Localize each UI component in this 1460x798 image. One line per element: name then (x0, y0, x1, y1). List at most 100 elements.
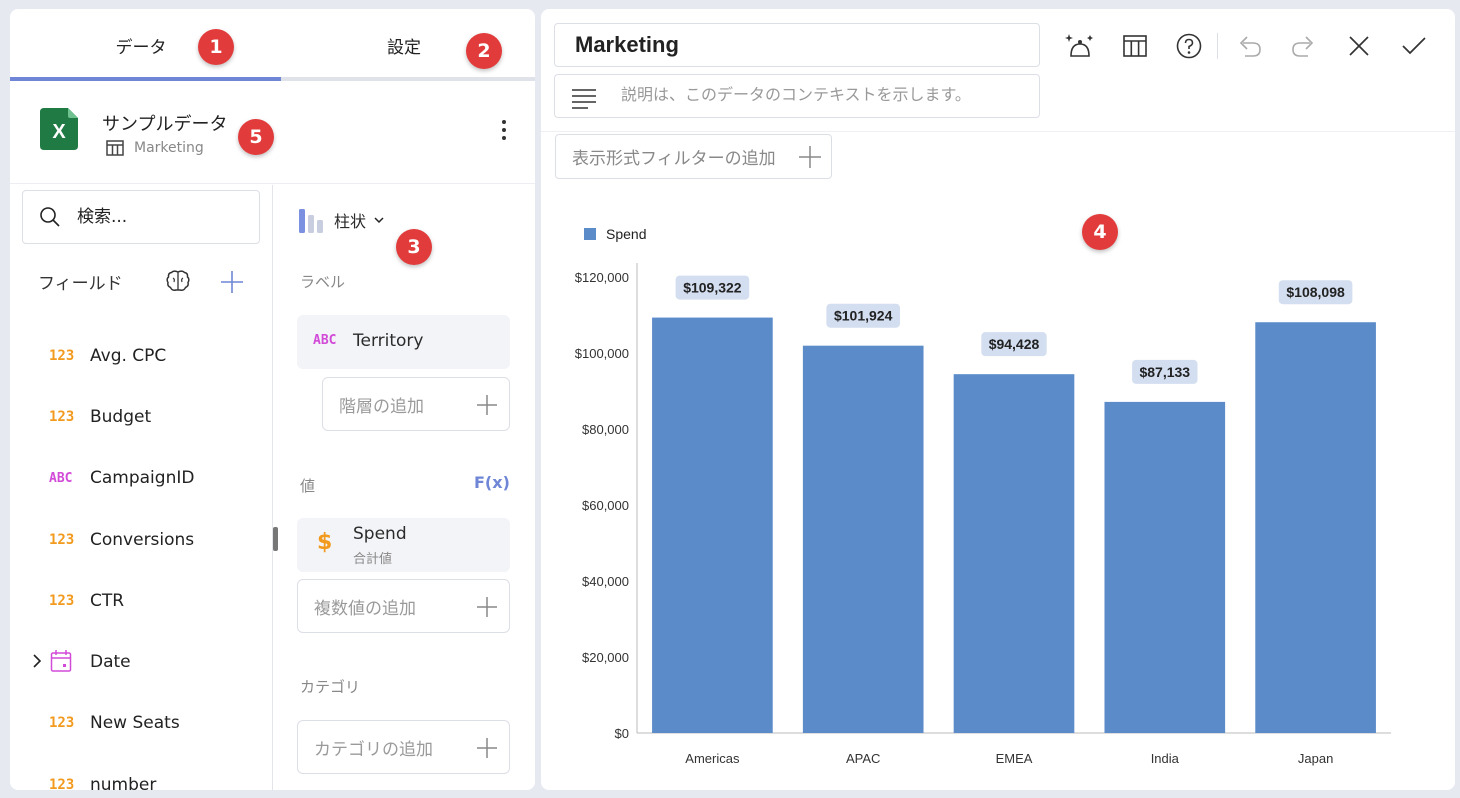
data-table-button[interactable] (1120, 31, 1150, 61)
field-name: Budget (90, 406, 152, 427)
field-name: CTR (90, 590, 125, 611)
add-category-button[interactable]: カテゴリの追加 (297, 720, 510, 774)
y-tick-label: $120,000 (575, 270, 629, 285)
field-item-date[interactable]: Date (10, 631, 272, 692)
search-icon (40, 207, 60, 227)
field-item-campaignid[interactable]: ABC CampaignID (10, 448, 272, 509)
number-type-icon: 123 (49, 347, 75, 364)
more-options-icon[interactable] (498, 118, 510, 144)
add-hierarchy-button[interactable]: 階層の追加 (322, 377, 510, 431)
close-button[interactable] (1344, 31, 1374, 61)
y-tick-label: $40,000 (582, 574, 629, 589)
add-category-label: カテゴリの追加 (314, 739, 433, 760)
add-values-button[interactable]: 複数値の追加 (297, 579, 510, 633)
x-tick-label: Japan (1298, 751, 1333, 766)
visualization-editor: 表示形式フィルターの追加 4 Spend $0 $20,000 $40,000 $60,… (541, 9, 1455, 790)
bar (802, 345, 924, 733)
field-name: New Seats (90, 713, 180, 734)
field-item-conversions[interactable]: 123 Conversions (10, 509, 272, 570)
y-tick-label: $60,000 (582, 498, 629, 513)
add-field-icon[interactable] (220, 270, 244, 294)
x-tick-label: India (1151, 751, 1180, 766)
help-button[interactable] (1174, 31, 1204, 61)
data-label: $94,428 (989, 336, 1040, 352)
y-tick-label: $80,000 (582, 422, 629, 437)
bar (1104, 401, 1226, 733)
redo-button[interactable] (1289, 31, 1319, 61)
field-item-number[interactable]: 123 number (10, 754, 272, 790)
ai-brain-icon[interactable] (165, 269, 191, 293)
field-name: CampaignID (90, 468, 195, 489)
field-search-box[interactable] (22, 190, 260, 244)
search-input[interactable] (77, 207, 237, 227)
undo-button[interactable] (1234, 31, 1264, 61)
add-filter-button[interactable]: 表示形式フィルターの追加 (555, 134, 832, 179)
value-aggregation: 合計値 (353, 552, 393, 567)
visualization-title-input[interactable] (554, 23, 1040, 67)
description-box[interactable] (554, 74, 1040, 118)
values-section-title: 値 (300, 477, 316, 495)
svg-text:X: X (52, 121, 66, 143)
table-icon (1123, 35, 1147, 57)
tab-bar: データ 設定 (10, 9, 535, 81)
bar (1255, 322, 1376, 733)
legend-swatch (584, 228, 596, 240)
redo-icon (1292, 36, 1314, 57)
value-field-pill[interactable]: $ Spend 合計値 (297, 518, 510, 572)
bar (953, 374, 1075, 733)
tab-settings-label: 設定 (387, 37, 421, 58)
label-field-pill[interactable]: ABC Territory (297, 315, 510, 369)
callout-badge-3: 3 (396, 229, 432, 265)
value-field-name: Spend (353, 524, 407, 544)
tab-indicator (281, 77, 535, 81)
fields-column: フィールド 123 Avg. CPC 123 Budget ABC Campai… (10, 185, 273, 790)
calendar-icon (50, 650, 72, 673)
callout-badge-2: 2 (466, 33, 502, 69)
x-tick-label: EMEA (996, 751, 1033, 766)
x-tick-label: APAC (846, 751, 880, 766)
undo-icon (1239, 36, 1261, 57)
ai-insights-button[interactable] (1065, 31, 1095, 61)
field-list: 123 Avg. CPC 123 Budget ABC CampaignID 1… (10, 325, 272, 790)
data-label: $101,924 (834, 308, 893, 324)
legend-label: Spend (606, 226, 646, 242)
confirm-button[interactable] (1399, 31, 1429, 61)
chevron-right-icon[interactable] (32, 653, 42, 669)
number-type-icon: 123 (49, 531, 75, 548)
callout-badge-1: 1 (198, 29, 234, 65)
add-filter-label: 表示形式フィルターの追加 (572, 149, 776, 169)
text-type-icon: ABC (49, 470, 73, 486)
checkmark-icon (1402, 37, 1426, 55)
sparkle-insights-icon (1065, 34, 1093, 57)
field-item-new-seats[interactable]: 123 New Seats (10, 693, 272, 754)
field-item-ctr[interactable]: 123 CTR (10, 570, 272, 631)
column-chart-icon (299, 209, 323, 233)
data-panel: データ 設定 1 2 X サンプルデータ Marketing 5 検索... フ… (10, 9, 535, 790)
field-item-avg-cpc[interactable]: 123 Avg. CPC (10, 325, 272, 386)
bar (652, 317, 773, 733)
data-source-name: サンプルデータ (102, 114, 228, 135)
tab-data-label: データ (115, 37, 167, 58)
plus-icon (477, 395, 497, 415)
field-name: Date (90, 652, 131, 673)
description-lines-icon (572, 89, 596, 109)
header-separator (541, 131, 1455, 132)
data-label: $108,098 (1286, 284, 1345, 300)
excel-icon: X (40, 108, 78, 150)
plus-icon (477, 597, 497, 617)
chevron-down-icon (374, 217, 384, 224)
number-type-icon: 123 (49, 715, 75, 732)
number-type-icon: 123 (49, 592, 75, 609)
field-name: Avg. CPC (90, 345, 167, 366)
label-section-title: ラベル (300, 273, 346, 291)
toolbar-divider (1217, 33, 1218, 59)
description-input[interactable] (621, 85, 1031, 104)
chart-type-selector[interactable]: 柱状 (298, 207, 384, 233)
formula-button[interactable]: F(x) (474, 473, 510, 492)
table-icon (106, 140, 124, 156)
field-item-budget[interactable]: 123 Budget (10, 386, 272, 447)
number-type-icon: 123 (49, 408, 75, 425)
active-tab-indicator (10, 77, 281, 81)
category-section-title: カテゴリ (300, 678, 361, 696)
y-tick-label: $0 (615, 726, 629, 741)
